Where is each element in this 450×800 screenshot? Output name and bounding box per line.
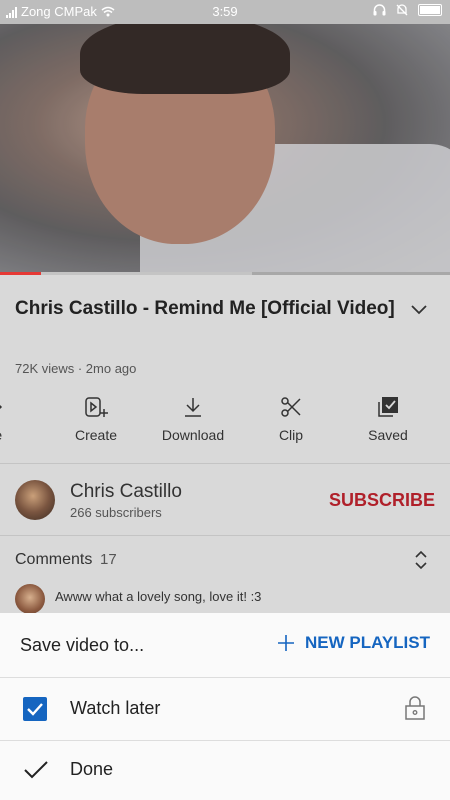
saved-button[interactable]: Saved (348, 395, 428, 443)
saved-label: Saved (368, 427, 408, 443)
headphones-icon (373, 4, 386, 16)
plus-icon (278, 635, 294, 651)
battery-icon (418, 4, 442, 16)
video-details: Chris Castillo - Remind Me [Official Vid… (0, 275, 450, 615)
sheet-title: Save video to... (20, 635, 145, 655)
saved-icon (378, 397, 398, 417)
video-title: Chris Castillo - Remind Me [Official Vid… (15, 298, 395, 319)
clip-label: Clip (278, 427, 304, 443)
watch-later-checkbox[interactable] (23, 697, 47, 721)
create-label: Create (74, 427, 118, 443)
channel-subscribers: 266 subscribers (70, 505, 162, 520)
comments-label[interactable]: Comments (15, 551, 92, 569)
comment-text: Awww what a lovely song, love it! :3 (55, 589, 262, 604)
create-button[interactable]: Create (56, 395, 136, 443)
scissors-icon (281, 397, 301, 417)
clip-button[interactable]: Clip (251, 395, 331, 443)
new-playlist-button[interactable]: NEW PLAYLIST (277, 633, 430, 653)
video-meta: 72K views · 2mo ago (15, 361, 137, 376)
comments-count: 17 (100, 551, 117, 568)
subscribe-button[interactable]: SUBSCRIBE (329, 490, 435, 511)
share-icon (0, 404, 3, 410)
commenter-avatar (15, 584, 45, 614)
create-icon (85, 397, 108, 417)
download-label: Download (161, 427, 225, 443)
done-button[interactable]: Done (0, 741, 450, 800)
share-label: are (0, 427, 2, 443)
channel-name[interactable]: Chris Castillo (70, 481, 182, 503)
chevron-down-icon[interactable] (410, 303, 428, 315)
status-right (373, 4, 442, 16)
lock-icon (405, 696, 425, 720)
playlist-name-watch-later[interactable]: Watch later (70, 698, 160, 719)
action-bar: are Create Download Clip (0, 395, 450, 457)
new-playlist-label: NEW PLAYLIST (305, 633, 430, 652)
done-label: Done (70, 759, 114, 779)
save-to-playlist-sheet: Save video to... NEW PLAYLIST Watch late… (0, 613, 450, 800)
download-button[interactable]: Download (153, 395, 233, 443)
download-icon (185, 398, 201, 417)
mute-bell-icon (396, 4, 408, 16)
checkmark-icon (27, 703, 43, 716)
status-bar: Zong CMPak 3:59 (0, 0, 450, 24)
check-icon (24, 761, 48, 779)
share-button[interactable]: are (0, 395, 32, 443)
expand-collapse-icon[interactable] (414, 549, 428, 571)
channel-avatar[interactable] (15, 480, 55, 520)
video-player[interactable] (0, 24, 450, 274)
